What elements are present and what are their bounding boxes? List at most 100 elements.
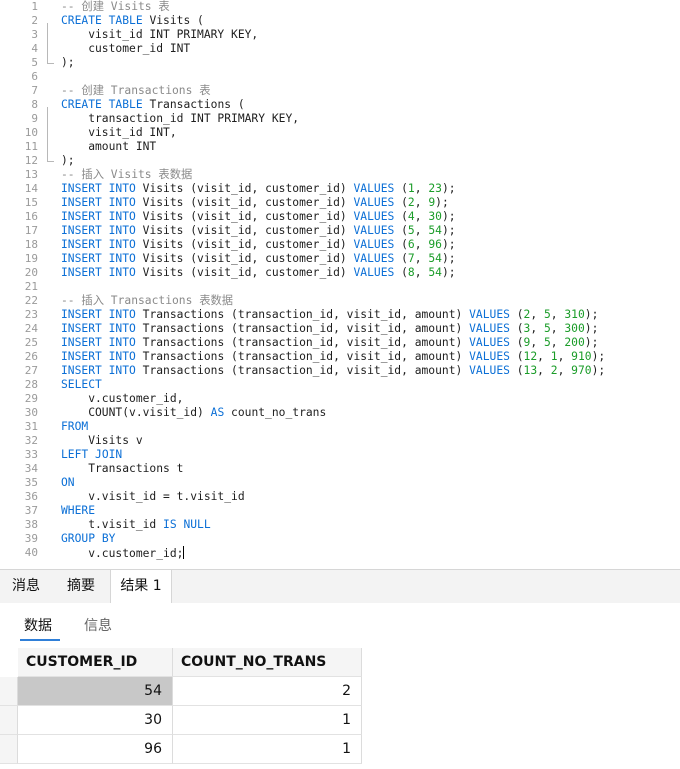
table-cell[interactable]: 96 xyxy=(18,735,173,764)
code-line[interactable]: Transactions t xyxy=(61,462,183,476)
code-line[interactable]: customer_id INT xyxy=(61,42,190,56)
code-line[interactable]: CREATE TABLE Transactions ( xyxy=(61,98,245,112)
code-line[interactable]: -- 插入 Visits 表数据 xyxy=(61,168,192,182)
code-line[interactable]: v.visit_id = t.visit_id xyxy=(61,490,244,504)
sql-editor[interactable]: 1 2 3 4 5 6 7 8 9 10 11 12 13 14 15 16 17 18 19 20 21 22 23 24 2… xyxy=(0,0,680,568)
code-token: , xyxy=(530,336,544,349)
tab-data[interactable]: 数据 xyxy=(24,615,52,635)
code-token: , xyxy=(530,322,544,335)
code-line[interactable]: INSERT INTO Visits (visit_id, customer_i… xyxy=(61,224,456,238)
code-line[interactable]: ); xyxy=(61,154,75,168)
code-line[interactable]: COUNT(v.visit_id) AS count_no_trans xyxy=(61,406,326,420)
table-cell[interactable]: 1 xyxy=(173,735,362,764)
code-token: JOIN xyxy=(95,448,123,461)
code-line[interactable]: INSERT INTO Transactions (transaction_id… xyxy=(61,336,598,350)
code-token: VALUES xyxy=(469,336,510,349)
code-line[interactable]: ON xyxy=(61,476,75,490)
code-line[interactable]: v.customer_id, xyxy=(61,392,183,406)
code-line[interactable]: ); xyxy=(61,56,75,70)
code-line[interactable]: CREATE TABLE Visits ( xyxy=(61,14,204,28)
code-line[interactable]: -- 插入 Transactions 表数据 xyxy=(61,294,233,308)
code-line[interactable]: INSERT INTO Visits (visit_id, customer_i… xyxy=(61,238,456,252)
table-cell[interactable]: 30 xyxy=(18,706,173,735)
code-token: ); xyxy=(584,336,599,349)
code-token: INSERT xyxy=(61,322,102,335)
code-line[interactable]: v.customer_id; xyxy=(61,546,185,560)
code-line[interactable]: INSERT INTO Transactions (transaction_id… xyxy=(61,308,598,322)
code-token: -- 插入 Visits 表数据 xyxy=(61,168,193,181)
line-number: 13 xyxy=(24,168,38,181)
table-cell[interactable]: 2 xyxy=(173,677,362,706)
code-token: ); xyxy=(441,238,456,251)
code-token: , xyxy=(414,252,429,265)
tab-info[interactable]: 信息 xyxy=(84,615,112,635)
code-line[interactable]: INSERT INTO Visits (visit_id, customer_i… xyxy=(61,210,456,224)
code-token: ( xyxy=(509,364,524,377)
code-token: ); xyxy=(584,308,599,321)
line-number: 32 xyxy=(24,434,38,447)
code-line[interactable]: FROM xyxy=(61,420,88,434)
code-token: Transactions (transaction_id, visit_id, … xyxy=(135,336,470,349)
code-token: INSERT xyxy=(61,308,102,321)
code-token: ( xyxy=(394,252,408,265)
code-token: VALUES xyxy=(353,182,395,195)
code-line[interactable]: WHERE xyxy=(61,504,95,518)
code-line[interactable]: visit_id INT PRIMARY KEY, xyxy=(61,28,258,42)
code-token: INSERT xyxy=(61,266,102,279)
code-line[interactable]: visit_id INT, xyxy=(61,126,176,140)
code-line[interactable]: -- 创建 Visits 表 xyxy=(61,0,170,14)
tab-summary[interactable]: 摘要 xyxy=(54,570,108,603)
line-number: 2 xyxy=(31,14,38,27)
code-line[interactable]: INSERT INTO Transactions (transaction_id… xyxy=(61,350,605,364)
code-line[interactable]: INSERT INTO Transactions (transaction_id… xyxy=(61,322,598,336)
code-token: INTO xyxy=(108,364,136,377)
code-token: , xyxy=(550,322,565,335)
code-line[interactable]: GROUP BY xyxy=(61,532,115,546)
code-line[interactable]: -- 创建 Transactions 表 xyxy=(61,84,211,98)
column-header-count-no-trans[interactable]: COUNT_NO_TRANS xyxy=(173,648,362,677)
code-line[interactable]: SELECT xyxy=(61,378,102,392)
code-line[interactable]: INSERT INTO Visits (visit_id, customer_i… xyxy=(61,196,449,210)
line-number: 16 xyxy=(24,210,38,223)
column-header-customer-id[interactable]: CUSTOMER_ID xyxy=(18,648,173,677)
line-number: 23 xyxy=(24,308,38,321)
line-number: 35 xyxy=(24,476,38,489)
row-header[interactable] xyxy=(0,735,18,764)
code-line[interactable]: INSERT INTO Transactions (transaction_id… xyxy=(61,364,605,378)
code-token: ); xyxy=(61,154,75,167)
code-token: 30 xyxy=(428,210,442,223)
table-cell[interactable]: 54 xyxy=(18,677,173,706)
code-token: Visits (visit_id, customer_id) xyxy=(135,252,354,265)
line-number: 4 xyxy=(31,42,38,55)
row-header[interactable] xyxy=(0,677,18,706)
code-line[interactable]: INSERT INTO Visits (visit_id, customer_i… xyxy=(61,182,456,196)
code-line[interactable]: LEFT JOIN xyxy=(61,448,122,462)
code-token: VALUES xyxy=(353,224,395,237)
code-token: , xyxy=(414,224,429,237)
table-row[interactable]: 96 1 xyxy=(0,735,362,764)
code-token: ); xyxy=(441,210,456,223)
row-header[interactable] xyxy=(0,706,18,735)
code-token: , xyxy=(550,336,565,349)
code-line[interactable]: Visits v xyxy=(61,434,142,448)
code-token: VALUES xyxy=(353,196,395,209)
code-line[interactable]: t.visit_id IS NULL xyxy=(61,518,210,532)
tab-result-1[interactable]: 结果 1 xyxy=(110,570,172,604)
line-number: 30 xyxy=(24,406,38,419)
code-token: COUNT(v.visit_id) xyxy=(61,406,211,419)
code-token: ); xyxy=(441,252,456,265)
line-number: 36 xyxy=(24,490,38,503)
code-line[interactable]: transaction_id INT PRIMARY KEY, xyxy=(61,112,299,126)
tab-messages[interactable]: 消息 xyxy=(0,570,52,603)
code-line[interactable]: INSERT INTO Visits (visit_id, customer_i… xyxy=(61,252,456,266)
table-row[interactable]: 54 2 xyxy=(0,677,362,706)
table-row[interactable]: 30 1 xyxy=(0,706,362,735)
code-line[interactable]: amount INT xyxy=(61,140,156,154)
table-cell[interactable]: 1 xyxy=(173,706,362,735)
code-line[interactable]: INSERT INTO Visits (visit_id, customer_i… xyxy=(61,266,456,280)
code-token: LEFT xyxy=(61,448,89,461)
